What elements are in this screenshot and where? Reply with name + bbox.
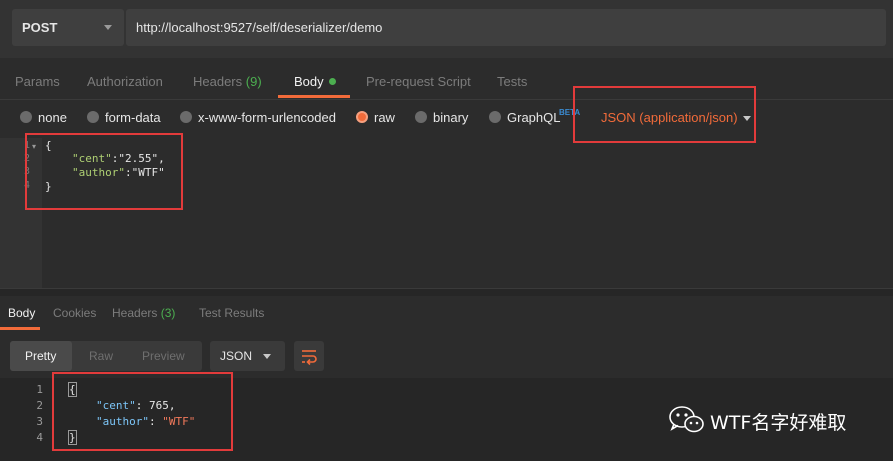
- url-bar: POST http://localhost:9527/self/deserial…: [0, 0, 893, 58]
- active-tab-indicator: [278, 95, 350, 98]
- url-input[interactable]: http://localhost:9527/self/deserializer/…: [126, 9, 886, 46]
- view-mode-group: Pretty Raw Preview: [10, 341, 202, 371]
- radio-form-data[interactable]: form-data: [87, 110, 161, 125]
- response-tab-headers[interactable]: Headers (3): [112, 306, 175, 320]
- radio-urlencoded[interactable]: x-www-form-urlencoded: [180, 110, 336, 125]
- preview-button[interactable]: Preview: [142, 349, 185, 363]
- tab-headers-label: Headers: [193, 74, 243, 89]
- method-select[interactable]: POST: [12, 9, 124, 46]
- response-tabs: Body Cookies Headers (3) Test Results: [0, 296, 893, 332]
- response-tab-body[interactable]: Body: [8, 306, 35, 320]
- line-number: 1: [36, 383, 43, 396]
- radio-icon: [180, 111, 192, 123]
- radio-none[interactable]: none: [20, 110, 67, 125]
- headers-count-badge: (3): [160, 306, 176, 320]
- response-tab-test-results[interactable]: Test Results: [199, 306, 264, 320]
- radio-urlencoded-label: x-www-form-urlencoded: [198, 110, 336, 125]
- radio-raw[interactable]: raw: [356, 110, 395, 125]
- annotation-box-response-body: [52, 372, 233, 451]
- response-tab-cookies[interactable]: Cookies: [53, 306, 96, 320]
- active-tab-indicator: [0, 327, 40, 330]
- method-label: POST: [22, 20, 58, 35]
- radio-icon: [415, 111, 427, 123]
- chevron-down-icon: [104, 25, 112, 30]
- format-select[interactable]: JSON: [210, 341, 285, 371]
- pane-resize-handle[interactable]: [0, 288, 893, 296]
- annotation-box-request-body: [25, 133, 183, 210]
- request-tabs: Params Authorization Headers (9) Body Pr…: [0, 58, 893, 100]
- tab-body-label: Body: [294, 74, 324, 89]
- tab-headers[interactable]: Headers (9): [193, 74, 262, 89]
- response-tab-headers-label: Headers: [112, 306, 158, 320]
- wrap-lines-icon: [302, 350, 317, 366]
- wechat-icon: [669, 406, 704, 433]
- tab-prerequest-script[interactable]: Pre-request Script: [366, 74, 471, 89]
- tab-body[interactable]: Body: [294, 74, 336, 89]
- radio-raw-label: raw: [374, 110, 395, 125]
- raw-button[interactable]: Raw: [89, 349, 113, 363]
- chevron-down-icon: [263, 354, 271, 359]
- line-number: 4: [36, 431, 43, 444]
- pretty-button[interactable]: Pretty: [25, 349, 56, 363]
- radio-none-label: none: [38, 110, 67, 125]
- radio-icon: [20, 111, 32, 123]
- radio-icon: [489, 111, 501, 123]
- tab-authorization[interactable]: Authorization: [87, 74, 163, 89]
- radio-graphql-label: GraphQL: [507, 110, 561, 125]
- radio-icon: [87, 111, 99, 123]
- radio-binary[interactable]: binary: [415, 110, 468, 125]
- radio-graphql[interactable]: GraphQL: [489, 110, 560, 125]
- line-number: 3: [36, 415, 43, 428]
- modified-dot-icon: [328, 78, 336, 85]
- format-label: JSON: [220, 349, 253, 363]
- radio-selected-icon: [356, 111, 368, 123]
- wrap-lines-button[interactable]: [294, 341, 324, 371]
- radio-binary-label: binary: [433, 110, 469, 125]
- url-text: http://localhost:9527/self/deserializer/…: [136, 20, 383, 35]
- headers-count-badge: (9): [245, 74, 262, 89]
- annotation-box-content-type: [573, 86, 756, 143]
- radio-form-data-label: form-data: [105, 110, 161, 125]
- line-number: 2: [36, 399, 43, 412]
- tab-params[interactable]: Params: [15, 74, 60, 89]
- tab-tests[interactable]: Tests: [497, 74, 527, 89]
- watermark-text: WTF名字好难取: [710, 412, 847, 434]
